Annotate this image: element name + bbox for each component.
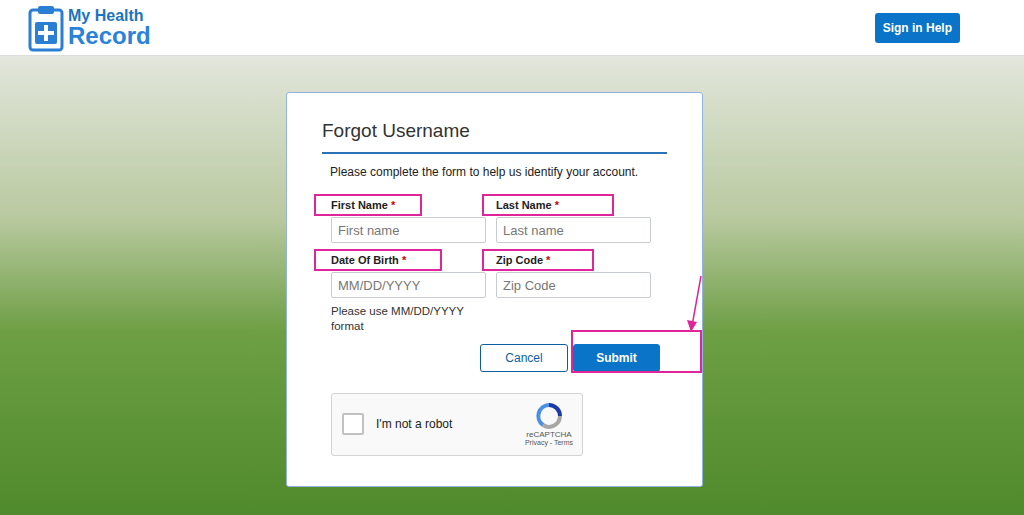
required-mark: * [402, 254, 406, 266]
captcha-checkbox[interactable] [342, 413, 364, 435]
logo[interactable]: My Health Record [28, 4, 151, 52]
highlight-box [571, 330, 702, 373]
button-row: Cancel Submit [331, 344, 660, 372]
field-label: Zip Code * [482, 249, 594, 271]
primary-button[interactable]: Submit [573, 344, 660, 372]
form-field: Zip Code * [496, 249, 651, 334]
secondary-button[interactable]: Cancel [480, 344, 568, 372]
forgot-username-card: Forgot Username Please complete the form… [286, 92, 703, 487]
recaptcha-name: reCAPTCHA [526, 430, 571, 439]
required-mark: * [555, 199, 559, 211]
form-field: Date Of Birth * Please use MM/DD/YYYY fo… [331, 249, 486, 334]
recaptcha-links[interactable]: Privacy - Terms [525, 439, 573, 446]
field-label: Last Name * [482, 194, 614, 216]
text-input[interactable] [496, 272, 651, 298]
clipboard-plus-icon [28, 4, 64, 52]
text-input[interactable] [496, 217, 651, 243]
instructions: Please complete the form to help us iden… [330, 165, 667, 179]
sign-in-help-button[interactable]: Sign in Help [875, 13, 960, 43]
text-input[interactable] [331, 217, 486, 243]
form-fields: First Name * Last Name * Date Of Birth *… [331, 194, 667, 334]
required-mark: * [546, 254, 550, 266]
recaptcha-brand: reCAPTCHA Privacy - Terms [516, 402, 582, 446]
page: My Health Record Sign in Help Forgot Use… [0, 0, 1024, 515]
logo-line: My Health [68, 8, 151, 24]
captcha-label: I'm not a robot [376, 417, 452, 431]
card-title: Forgot Username [322, 120, 667, 154]
logo-text: My Health Record [68, 8, 151, 48]
field-hint: Please use MM/DD/YYYY format [331, 304, 486, 334]
field-label: First Name * [314, 194, 422, 216]
header: My Health Record Sign in Help [0, 0, 1024, 56]
annotation-arrow-icon [679, 274, 709, 334]
field-label: Date Of Birth * [314, 249, 442, 271]
logo-line: Record [68, 24, 151, 48]
recaptcha: I'm not a robot reCAPTCHA Privacy - Term… [331, 393, 583, 456]
form-field: Last Name * [496, 194, 651, 243]
recaptcha-icon [535, 402, 563, 430]
button-wrap: Submit [573, 344, 660, 372]
required-mark: * [391, 199, 395, 211]
photo-background: Forgot Username Please complete the form… [0, 56, 1024, 515]
button-wrap: Cancel [480, 344, 568, 372]
text-input[interactable] [331, 272, 486, 298]
form-field: First Name * [331, 194, 486, 243]
